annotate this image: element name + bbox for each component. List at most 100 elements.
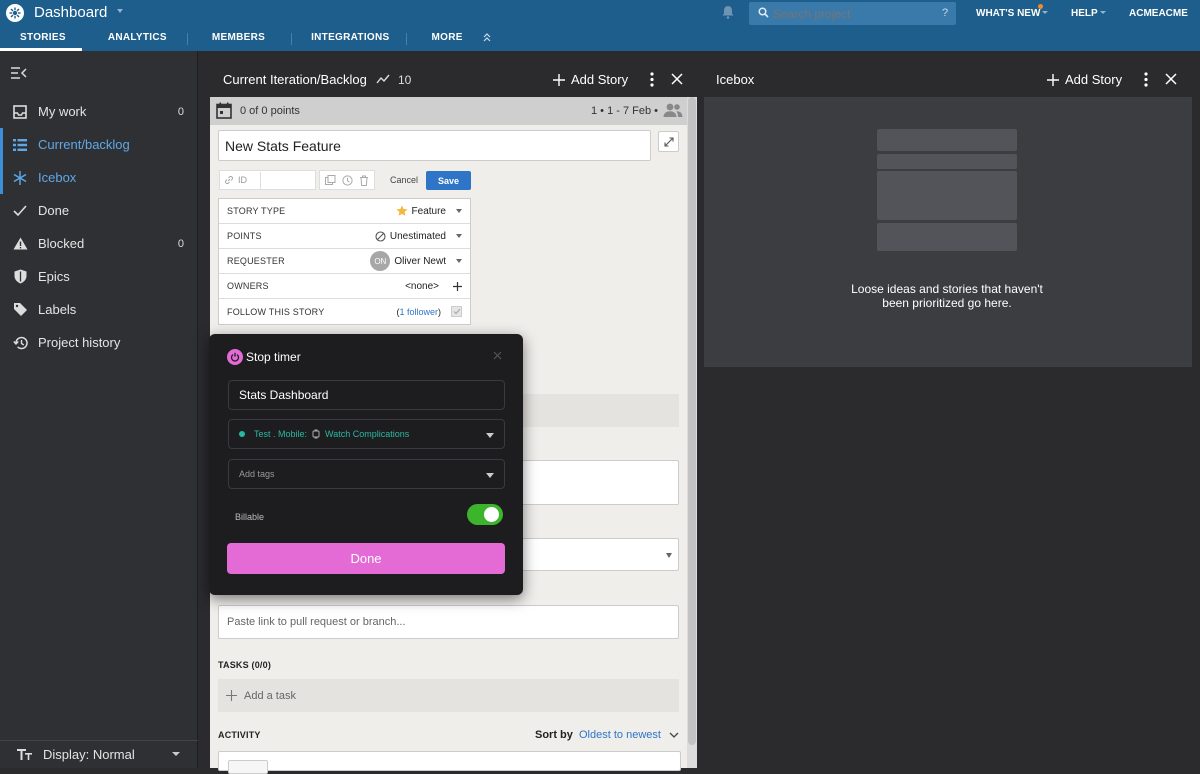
- owners-row[interactable]: OWNERS <none>: [219, 274, 470, 299]
- done-button[interactable]: Done: [227, 543, 505, 574]
- sidebar-item-label: Icebox: [38, 170, 77, 185]
- sidebar-item-label: Current/backlog: [38, 137, 130, 152]
- expand-story-button[interactable]: [658, 131, 679, 152]
- watch-icon: [312, 429, 320, 439]
- sidebar-item-icebox[interactable]: Icebox: [0, 161, 198, 194]
- sidebar-item-project-history[interactable]: Project history: [0, 326, 198, 359]
- chevron-down-icon: [456, 259, 462, 263]
- whats-new-chevron-icon: [1042, 11, 1048, 14]
- tab-stories[interactable]: STORIES: [0, 26, 82, 51]
- selected-indicator: [0, 128, 3, 161]
- chevron-down-icon: [456, 234, 462, 238]
- chevron-down-icon: [172, 752, 180, 756]
- project-dropdown-icon[interactable]: [117, 9, 123, 13]
- velocity-value: 10: [398, 73, 412, 87]
- cancel-button[interactable]: Cancel: [390, 175, 418, 185]
- sidebar-item-label: Blocked: [38, 236, 85, 251]
- tasks-heading: TASKS (0/0): [218, 660, 272, 670]
- sidebar: My work 0 Current/backlog Icebox Done Bl…: [0, 51, 198, 768]
- sidebar-item-label: Project history: [38, 335, 121, 350]
- iteration-dates: 1 • 1 - 7 Feb •: [591, 105, 659, 117]
- sidebar-item-done[interactable]: Done: [0, 194, 198, 227]
- scrollbar-thumb[interactable]: [688, 97, 696, 745]
- tab-analytics[interactable]: ANALYTICS: [82, 26, 187, 51]
- followers-link[interactable]: 1 follower: [399, 307, 438, 317]
- search-box[interactable]: ?: [749, 2, 956, 25]
- project-selector[interactable]: Test . Mobile: Watch Complications: [228, 419, 505, 449]
- empty-state-illustration: [877, 154, 1017, 169]
- comment-tab[interactable]: [228, 760, 268, 774]
- project-title[interactable]: Dashboard: [34, 4, 107, 21]
- search-icon: [758, 7, 769, 18]
- story-id-value: [260, 171, 315, 189]
- new-indicator-dot: [1038, 4, 1043, 9]
- clock-icon[interactable]: [342, 174, 353, 186]
- sidebar-item-my-work[interactable]: My work 0: [0, 95, 198, 128]
- empty-state-illustration: [877, 171, 1017, 220]
- display-mode-selector[interactable]: Display: Normal: [0, 740, 198, 768]
- app-logo-icon[interactable]: [6, 4, 24, 22]
- add-task-button[interactable]: Add a task: [218, 679, 679, 712]
- billable-toggle[interactable]: [467, 504, 503, 525]
- tab-more[interactable]: MORE: [407, 26, 480, 51]
- sidebar-item-blocked[interactable]: Blocked 0: [0, 227, 198, 260]
- top-bar: Dashboard ? WHAT'S NEW HELP ACMEACME STO…: [0, 0, 1200, 51]
- copy-icon[interactable]: [325, 174, 336, 186]
- points-value: Unestimated: [389, 230, 446, 242]
- trash-icon[interactable]: [359, 175, 369, 186]
- whats-new-link[interactable]: WHAT'S NEW: [976, 8, 1040, 19]
- points-row[interactable]: POINTS Unestimated: [219, 224, 470, 249]
- collapse-tabs-icon[interactable]: [481, 26, 491, 51]
- tab-integrations[interactable]: INTEGRATIONS: [292, 26, 406, 51]
- search-input[interactable]: [773, 5, 923, 22]
- tab-members[interactable]: MEMBERS: [188, 26, 291, 51]
- activity-comment-box[interactable]: [218, 751, 681, 774]
- tags-selector[interactable]: Add tags: [228, 459, 505, 489]
- team-members-icon[interactable]: [663, 103, 683, 118]
- add-story-button[interactable]: Add Story: [553, 72, 628, 87]
- help-link[interactable]: HELP: [1071, 8, 1098, 19]
- inbox-icon: [0, 104, 38, 119]
- close-icon[interactable]: [493, 351, 502, 360]
- calendar-icon: [216, 102, 232, 119]
- sort-order-dropdown[interactable]: Oldest to newest: [579, 729, 679, 741]
- add-owner-icon[interactable]: [453, 281, 462, 291]
- scrollbar-track[interactable]: [687, 97, 697, 768]
- sidebar-item-current-backlog[interactable]: Current/backlog: [0, 128, 198, 161]
- row-label: FOLLOW THIS STORY: [227, 306, 325, 317]
- timer-title: Stop timer: [246, 350, 301, 364]
- story-type-value: Feature: [411, 205, 446, 217]
- save-button[interactable]: Save: [426, 171, 471, 190]
- project-color-dot: [239, 431, 245, 437]
- timer-description-input[interactable]: Stats Dashboard: [228, 380, 505, 410]
- follow-checkbox[interactable]: [451, 306, 462, 317]
- more-options-icon[interactable]: [650, 72, 654, 87]
- follow-story-row[interactable]: FOLLOW THIS STORY ( 1 follower ): [219, 299, 470, 324]
- more-options-icon[interactable]: [1144, 72, 1148, 87]
- notifications-icon[interactable]: [722, 5, 734, 19]
- close-panel-icon[interactable]: [1165, 73, 1177, 85]
- sidebar-item-epics[interactable]: Epics: [0, 260, 198, 293]
- requester-row[interactable]: REQUESTER ON Oliver Newt: [219, 249, 470, 274]
- chevron-down-icon: [486, 473, 494, 478]
- story-title-input[interactable]: New Stats Feature: [218, 130, 651, 161]
- row-label: OWNERS: [227, 281, 269, 291]
- sidebar-item-labels[interactable]: Labels: [0, 293, 198, 326]
- list-icon: [0, 138, 38, 151]
- empty-state-illustration: [877, 223, 1017, 251]
- collapse-sidebar-icon[interactable]: [10, 66, 27, 80]
- add-story-button[interactable]: Add Story: [1047, 72, 1122, 87]
- sidebar-item-label: Done: [38, 203, 70, 218]
- account-menu[interactable]: ACMEACME: [1129, 8, 1188, 19]
- story-type-row[interactable]: STORY TYPE Feature: [219, 199, 470, 224]
- pull-request-input[interactable]: Paste link to pull request or branch...: [218, 605, 679, 639]
- owners-value: <none>: [405, 280, 439, 292]
- requester-value: Oliver Newt: [394, 255, 446, 267]
- search-shortcut-hint: ?: [942, 7, 949, 19]
- story-id-field[interactable]: ID: [219, 170, 316, 190]
- add-story-label: Add Story: [571, 72, 629, 87]
- velocity-icon: [376, 74, 390, 84]
- link-icon: [220, 175, 238, 185]
- sidebar-item-label: Epics: [38, 269, 70, 284]
- close-panel-icon[interactable]: [671, 73, 683, 85]
